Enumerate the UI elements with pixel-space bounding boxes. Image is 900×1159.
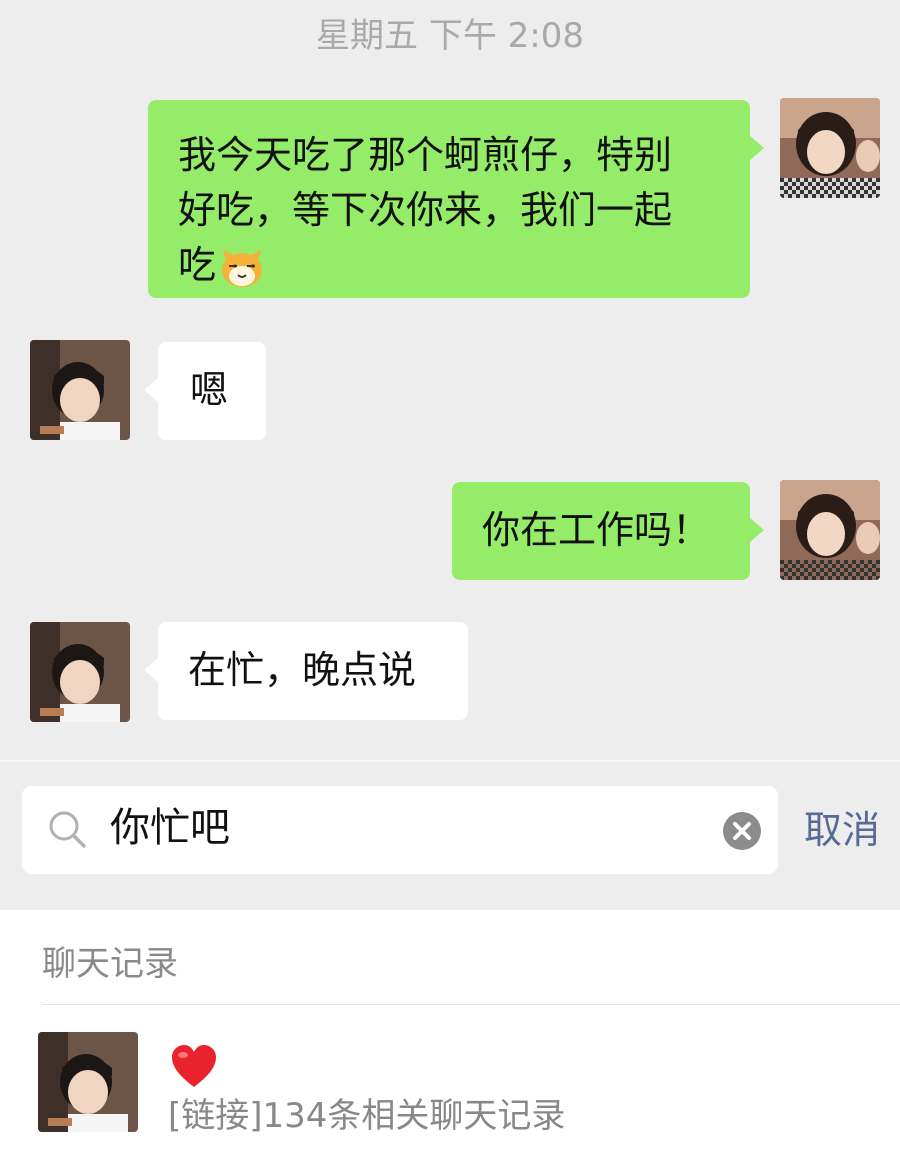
- section-title: 聊天记录: [42, 944, 178, 984]
- sent-message-bubble[interactable]: 你在工作吗！: [452, 482, 764, 580]
- my-avatar[interactable]: [780, 98, 880, 198]
- contact-avatar: [38, 1032, 138, 1132]
- my-avatar[interactable]: [780, 480, 880, 580]
- contact-avatar[interactable]: [30, 340, 130, 440]
- message-line: 我今天吃了那个蚵煎仔，特别: [178, 133, 673, 177]
- heart-icon: [170, 1044, 218, 1090]
- message-text: 你在工作吗！: [482, 508, 711, 552]
- search-input[interactable]: 你忙吧: [22, 786, 778, 874]
- chat-search-screen: 星期五 下午 2:08 我今天吃了那个蚵煎仔，特别 好吃，等下次你来，我们一起 …: [0, 0, 900, 1159]
- cat-face-emoji: [218, 242, 266, 290]
- contact-avatar[interactable]: [30, 622, 130, 722]
- message-line: 好吃，等下次你来，我们一起: [178, 188, 673, 232]
- received-message-bubble[interactable]: 在忙，晚点说: [144, 622, 468, 720]
- chat-history: 星期五 下午 2:08 我今天吃了那个蚵煎仔，特别 好吃，等下次你来，我们一起 …: [0, 0, 900, 760]
- divider: [42, 1004, 900, 1005]
- result-item[interactable]: [链接]134条相关聊天记录: [0, 1020, 900, 1150]
- clear-icon[interactable]: [722, 811, 762, 851]
- search-results: 聊天记录 [链接]134条相关聊天记录: [0, 910, 900, 1159]
- message-line: 吃: [178, 243, 217, 287]
- received-message-bubble[interactable]: 嗯: [144, 342, 266, 440]
- cancel-button[interactable]: 取消: [804, 802, 880, 858]
- message-text: 嗯: [190, 368, 229, 412]
- result-description: [链接]134条相关聊天记录: [168, 1096, 566, 1136]
- message-timestamp: 星期五 下午 2:08: [316, 16, 584, 56]
- sent-message-bubble[interactable]: 我今天吃了那个蚵煎仔，特别 好吃，等下次你来，我们一起 吃: [148, 100, 764, 298]
- search-icon: [46, 808, 90, 852]
- message-text: 在忙，晚点说: [188, 648, 417, 692]
- search-bar: 你忙吧 取消: [0, 760, 900, 910]
- search-query[interactable]: 你忙吧: [110, 800, 230, 856]
